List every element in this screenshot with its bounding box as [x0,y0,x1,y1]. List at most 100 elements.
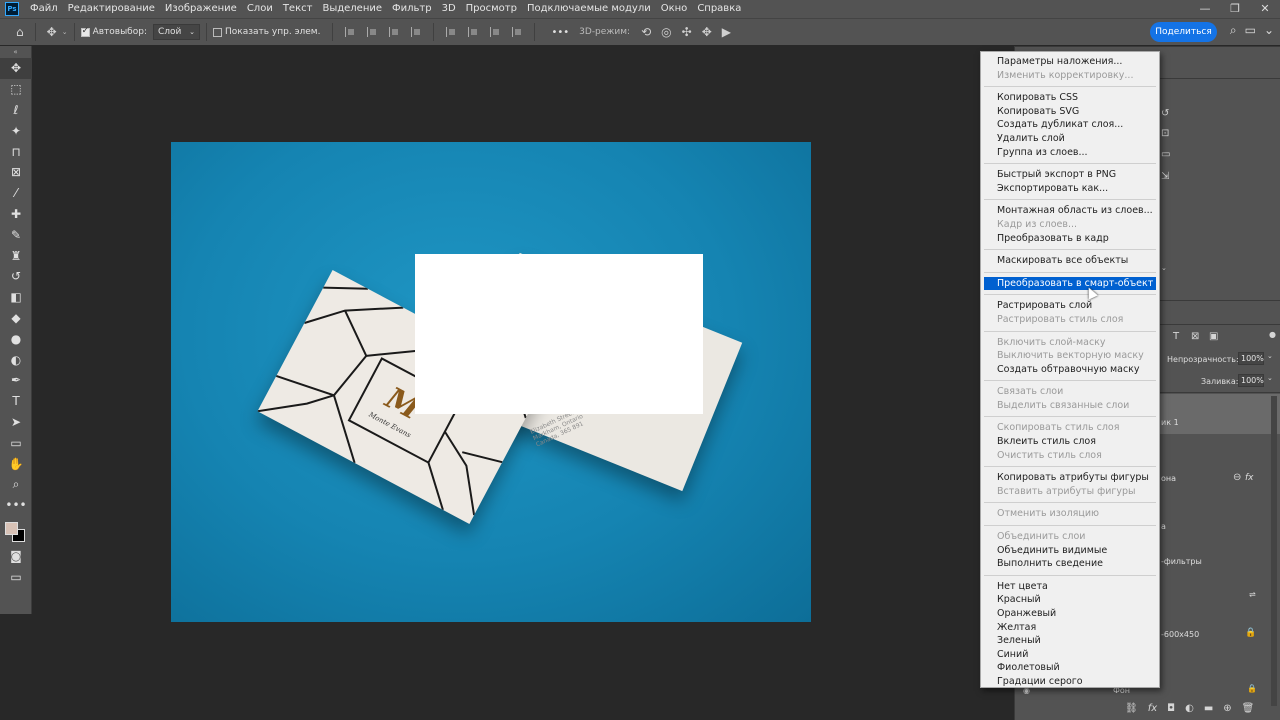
context-menu-item[interactable]: Синий [981,648,1159,662]
context-menu-item[interactable]: Преобразовать в кадр [981,232,1159,246]
menu-view[interactable]: Просмотр [461,0,522,18]
menu-item-convert-smart-object[interactable]: Преобразовать в смарт-объект [984,276,1156,291]
rectangle-icon[interactable]: ▭ [0,432,32,453]
3d-orbit-icon[interactable]: ⟲ [641,25,651,39]
selected-white-rectangle[interactable] [415,254,703,414]
show-transform-checkbox[interactable] [212,27,222,37]
context-menu-item[interactable]: Оранжевый [981,607,1159,621]
paint-bucket-icon[interactable]: ◆ [0,308,32,329]
chevron-down-icon[interactable]: ⌄ [1267,374,1273,382]
new-group-icon[interactable]: ▬ [1204,703,1213,714]
layer-filter-shape-icon[interactable]: ⊠ [1191,331,1199,342]
minimize-icon[interactable]: — [1190,0,1220,18]
fx-label[interactable]: fx [1245,473,1254,483]
context-menu-item[interactable]: Удалить слой [981,132,1159,146]
context-menu-item[interactable]: Создать дубликат слоя... [981,118,1159,132]
more-tools-icon[interactable]: ••• [0,495,32,516]
lasso-icon[interactable]: ℓ [0,100,32,121]
search-icon[interactable]: ⌕ [1230,23,1237,38]
panel-icon[interactable]: ⇲ [1161,171,1169,182]
menu-select[interactable]: Выделение [317,0,387,18]
layer-filter-smart-icon[interactable]: ▣ [1209,331,1218,342]
context-menu-item[interactable]: Быстрый экспорт в PNG [981,168,1159,182]
chevron-down-icon[interactable]: ⌄ [1161,264,1167,272]
menu-file[interactable]: Файл [25,0,63,18]
distribute-icon[interactable] [411,27,421,37]
menu-help[interactable]: Справка [692,0,746,18]
3d-slide-icon[interactable]: ✥ [702,25,712,39]
filter-options-icon[interactable]: ⇌ [1249,590,1256,599]
history-brush-icon[interactable]: ↺ [0,266,32,287]
document-canvas[interactable]: M Monte Evans Elizabeth Street Markham, … [171,142,811,622]
distribute-vertical-icon[interactable] [512,27,522,37]
context-menu-item[interactable]: Желтая [981,621,1159,635]
context-menu-item[interactable]: Экспортировать как... [981,182,1159,196]
marquee-icon[interactable]: ⬚ [0,79,32,100]
menu-3d[interactable]: 3D [437,0,461,18]
align-middle-icon[interactable] [468,27,478,37]
type-icon[interactable]: T [0,391,32,412]
layer-link-icon[interactable]: ⊖ [1233,472,1241,483]
share-button[interactable]: Поделиться [1150,22,1217,42]
3d-roll-icon[interactable]: ◎ [661,25,671,39]
link-layers-icon[interactable]: ⛓ [1125,703,1138,714]
context-menu-item[interactable]: Красный [981,593,1159,607]
align-left-icon[interactable] [345,27,355,37]
magic-wand-icon[interactable]: ✦ [0,120,32,141]
new-layer-icon[interactable]: ⊕ [1223,703,1231,714]
chevron-down-icon[interactable]: ⌄ [62,28,68,36]
menu-window[interactable]: Окно [656,0,693,18]
chevron-down-icon[interactable]: ⌄ [1264,23,1274,38]
frame-icon[interactable]: ⊠ [0,162,32,183]
pen-icon[interactable]: ✒ [0,370,32,391]
fx-icon[interactable]: fx [1148,703,1157,714]
close-icon[interactable]: ✕ [1250,0,1280,18]
context-menu-item[interactable]: Копировать CSS [981,91,1159,105]
autoselect-dropdown[interactable]: Слой ⌄ [152,24,200,40]
filter-toggle-icon[interactable]: ● [1269,330,1276,339]
menu-plugins[interactable]: Подключаемые модули [522,0,656,18]
opacity-field[interactable]: 100% [1238,352,1264,365]
menu-image[interactable]: Изображение [160,0,242,18]
blur-icon[interactable]: ● [0,328,32,349]
context-menu-item[interactable]: Параметры наложения... [981,55,1159,69]
menu-layers[interactable]: Слои [242,0,278,18]
more-options-icon[interactable]: ••• [551,27,569,38]
menu-filter[interactable]: Фильтр [387,0,437,18]
clone-stamp-icon[interactable]: ♜ [0,245,32,266]
fill-field[interactable]: 100% [1238,374,1264,387]
panel-icon[interactable]: ▭ [1161,149,1170,160]
move-icon[interactable]: ✥ [0,58,32,79]
layers-scrollbar[interactable] [1271,396,1277,706]
workspace-icon[interactable]: ▭ [1245,23,1256,38]
path-selection-icon[interactable]: ➤ [0,412,32,433]
context-menu-item[interactable]: Зеленый [981,634,1159,648]
3d-camera-icon[interactable]: ▶ [722,25,731,39]
screen-mode-icon[interactable]: ▭ [0,566,32,587]
hand-icon[interactable]: ✋ [0,453,32,474]
dodge-icon[interactable]: ◐ [0,349,32,370]
collapse-toolbar-icon[interactable]: « [0,46,31,58]
healing-brush-icon[interactable]: ✚ [0,204,32,225]
context-menu-item[interactable]: Выполнить сведение [981,557,1159,571]
context-menu-item[interactable]: Группа из слоев... [981,146,1159,160]
layer-filter-type-icon[interactable]: T [1173,331,1179,342]
adjustment-icon[interactable]: ◐ [1185,703,1194,714]
context-menu-item[interactable]: Монтажная область из слоев... [981,204,1159,218]
panel-icon[interactable]: ⊡ [1161,128,1169,139]
context-menu-item[interactable]: Фиолетовый [981,661,1159,675]
chevron-down-icon[interactable]: ⌄ [1267,352,1273,360]
add-mask-icon[interactable]: ◘ [1167,703,1175,714]
context-menu-item[interactable]: Создать обтравочную маску [981,363,1159,377]
brush-icon[interactable]: ✎ [0,224,32,245]
move-tool-preset-icon[interactable]: ✥ [47,25,57,39]
delete-layer-icon[interactable]: 🗑 [1242,703,1255,714]
context-menu-item[interactable]: Копировать атрибуты фигуры [981,471,1159,485]
context-menu-item[interactable]: Копировать SVG [981,105,1159,119]
context-menu-item[interactable]: Объединить видимые [981,544,1159,558]
eyedropper-icon[interactable]: ⁄ [0,183,32,204]
context-menu-item[interactable]: Маскировать все объекты [981,254,1159,268]
zoom-icon[interactable]: ⌕ [0,474,32,495]
link-icon[interactable]: ↺ [1161,108,1169,119]
context-menu-item[interactable]: Градации серого [981,675,1159,689]
